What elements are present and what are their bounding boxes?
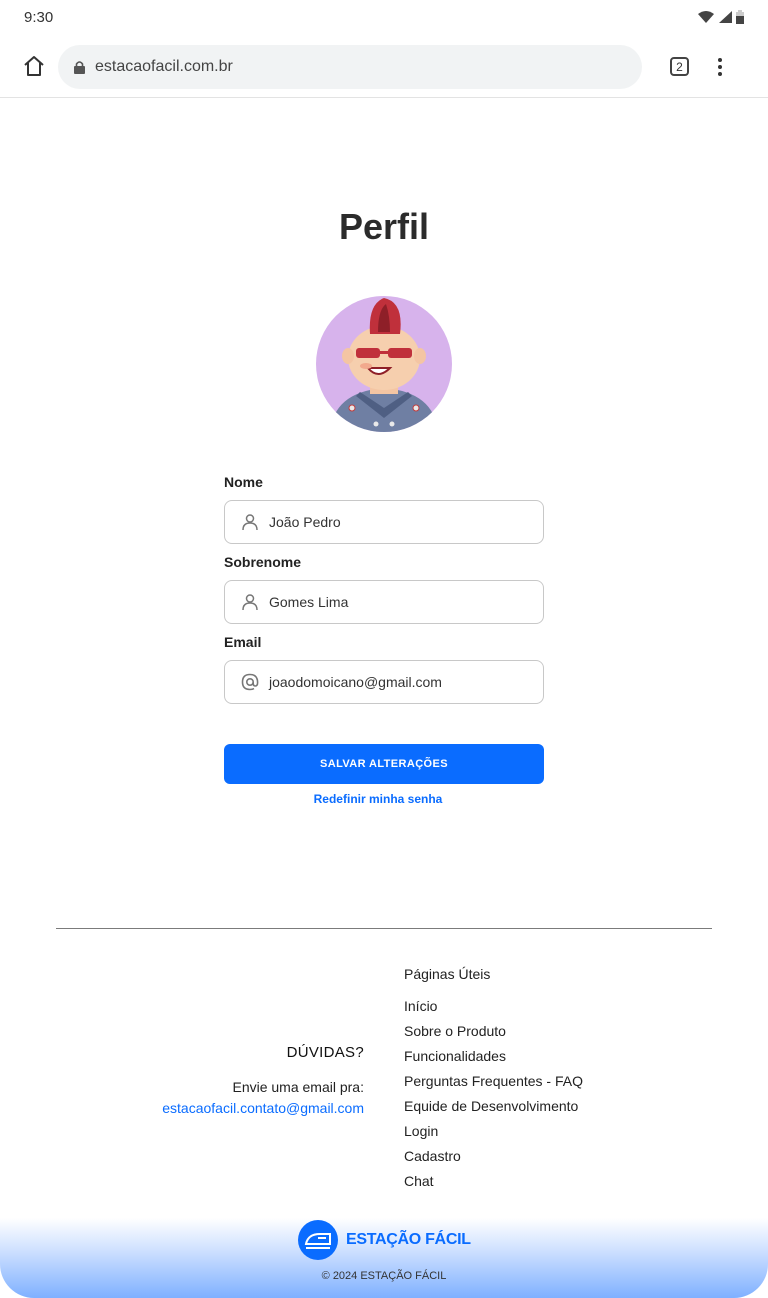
surname-field[interactable]: Gomes Lima (224, 580, 544, 624)
email-value: joaodomoicano@gmail.com (269, 674, 442, 690)
footer-divider (56, 928, 712, 929)
status-time: 9:30 (24, 8, 54, 26)
status-bar: 9:30 (0, 0, 768, 34)
doubts-text: Envie uma email pra: (232, 1079, 364, 1095)
brand[interactable]: ESTAÇÃO FÁCIL (298, 1220, 471, 1260)
footer-link-equipe[interactable]: Equide de Desenvolvimento (404, 1094, 704, 1119)
save-changes-button[interactable]: SALVAR ALTERAÇÕES (224, 744, 544, 784)
footer-bar: ESTAÇÃO FÁCIL © 2024 ESTAÇÃO FÁCIL (0, 1218, 768, 1298)
footer-link-cadastro[interactable]: Cadastro (404, 1144, 704, 1169)
wifi-icon (698, 11, 714, 23)
copyright: © 2024 ESTAÇÃO FÁCIL (321, 1270, 447, 1282)
tabs-button[interactable]: 2 (670, 57, 689, 76)
tab-count: 2 (676, 59, 683, 74)
battery-icon (736, 10, 744, 24)
contact-email-link[interactable]: estacaofacil.contato@gmail.com (100, 1098, 364, 1119)
footer-link-funcionalidades[interactable]: Funcionalidades (404, 1044, 704, 1069)
url-text: estacaofacil.com.br (95, 58, 233, 75)
brand-name: ESTAÇÃO FÁCIL (346, 1231, 471, 1248)
avatar[interactable] (316, 296, 452, 432)
footer-link-sobre[interactable]: Sobre o Produto (404, 1019, 704, 1044)
reset-password-link[interactable]: Redefinir minha senha (224, 792, 532, 806)
doubts-title: DÚVIDAS? (286, 1044, 364, 1061)
home-icon[interactable] (22, 54, 46, 78)
footer-link-login[interactable]: Login (404, 1119, 704, 1144)
email-field[interactable]: joaodomoicano@gmail.com (224, 660, 544, 704)
page-title: Perfil (338, 206, 430, 247)
name-field[interactable]: João Pedro (224, 500, 544, 544)
at-icon (241, 673, 259, 691)
train-logo-icon (298, 1220, 338, 1260)
status-icons (698, 10, 744, 24)
doubts-section: DÚVIDAS? Envie uma email pra: estacaofac… (100, 1044, 364, 1119)
surname-value: Gomes Lima (269, 594, 349, 610)
address-bar[interactable]: estacaofacil.com.br (58, 45, 642, 89)
footer-link-faq[interactable]: Perguntas Frequentes - FAQ (404, 1069, 704, 1094)
footer-link-inicio[interactable]: Início (404, 994, 704, 1019)
name-label: Nome (224, 474, 263, 490)
signal-icon (719, 11, 732, 23)
name-value: João Pedro (269, 514, 341, 530)
user-icon (242, 514, 258, 531)
email-label: Email (224, 634, 262, 650)
lock-icon (74, 61, 85, 74)
user-icon (242, 594, 258, 611)
surname-label: Sobrenome (224, 554, 302, 570)
footer-link-chat[interactable]: Chat (404, 1169, 704, 1194)
avatar-illustration (330, 298, 438, 432)
more-vert-icon[interactable] (712, 56, 728, 78)
browser-toolbar: estacaofacil.com.br 2 (0, 34, 768, 98)
useful-pages-title: Páginas Úteis (404, 966, 491, 982)
useful-pages: Páginas Úteis Início Sobre o Produto Fun… (404, 966, 704, 1194)
